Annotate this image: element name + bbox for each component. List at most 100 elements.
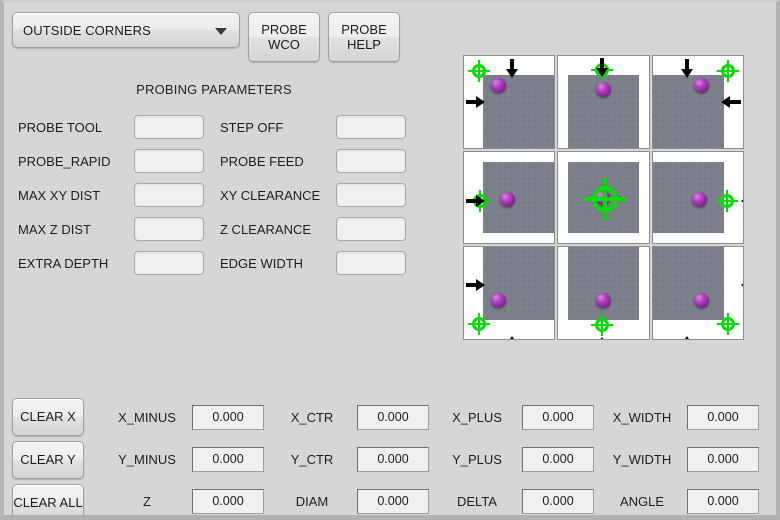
- param-label-max-xy-dist: MAX XY DIST: [18, 187, 101, 203]
- readout-row-y: Y_MINUS 0.000 Y_CTR 0.000 Y_PLUS 0.000 Y…: [102, 438, 774, 480]
- param-label-probe-feed: PROBE FEED: [220, 153, 304, 169]
- clear-buttons-group: CLEAR X CLEAR Y CLEAR ALL: [12, 398, 84, 515]
- readout-group-y-ctr: Y_CTR 0.000: [267, 446, 432, 472]
- probe-mode-select[interactable]: OUTSIDE CORNERS: [12, 12, 240, 48]
- param-input-probe-tool[interactable]: [134, 115, 204, 139]
- readout-label-delta: DELTA: [457, 493, 497, 509]
- readout-value-x-width[interactable]: 0.000: [687, 404, 759, 430]
- target-crosshair-icon: [716, 189, 738, 212]
- param-input-probe-rapid[interactable]: [134, 149, 204, 173]
- readout-value-y-width[interactable]: 0.000: [687, 446, 759, 472]
- readout-group-delta: DELTA 0.000: [432, 488, 597, 514]
- probing-parameters-title: PROBING PARAMETERS: [136, 82, 292, 97]
- readout-value-y-ctr[interactable]: 0.000: [357, 446, 429, 472]
- param-label-max-z-dist: MAX Z DIST: [18, 221, 91, 237]
- readout-group-y-plus: Y_PLUS 0.000: [432, 446, 597, 472]
- param-row: EXTRA DEPTH EDGE WIDTH: [18, 246, 418, 280]
- param-label-extra-depth: EXTRA DEPTH: [18, 255, 109, 271]
- readout-value-angle[interactable]: 0.000: [687, 488, 759, 514]
- param-input-xy-clearance[interactable]: [336, 183, 406, 207]
- param-input-step-off[interactable]: [336, 115, 406, 139]
- param-input-probe-feed[interactable]: [336, 149, 406, 173]
- target-crosshair-icon: [717, 60, 739, 82]
- param-input-extra-depth[interactable]: [134, 251, 204, 275]
- target-crosshair-icon: [591, 313, 614, 336]
- readout-group-diam: DIAM 0.000: [267, 488, 432, 514]
- param-label-xy-clearance: XY CLEARANCE: [220, 187, 321, 203]
- probe-cell-middle-left[interactable]: [463, 150, 556, 245]
- readout-panel: X_MINUS 0.000 X_CTR 0.000 X_PLUS 0.000 X…: [102, 396, 774, 515]
- param-input-max-xy-dist[interactable]: [134, 183, 204, 207]
- readout-value-y-minus[interactable]: 0.000: [192, 446, 264, 472]
- readout-group-angle: ANGLE 0.000: [597, 488, 762, 514]
- readout-label-z: Z: [143, 493, 151, 509]
- readout-label-angle: ANGLE: [619, 493, 665, 509]
- readout-group-y-width: Y_WIDTH 0.000: [597, 446, 762, 472]
- probe-ball-icon: [596, 81, 612, 97]
- readout-label-y-minus: Y_MINUS: [118, 451, 176, 467]
- param-input-edge-width[interactable]: [336, 251, 406, 275]
- readout-group-x-minus: X_MINUS 0.000: [102, 404, 267, 430]
- probe-cell-top-left[interactable]: [463, 55, 556, 149]
- probe-wco-button[interactable]: PROBE WCO: [248, 12, 320, 62]
- readout-label-y-ctr: Y_CTR: [290, 451, 334, 467]
- clear-y-button[interactable]: CLEAR Y: [12, 441, 84, 479]
- probe-cell-bottom-left[interactable]: [463, 246, 556, 340]
- readout-row-x: X_MINUS 0.000 X_CTR 0.000 X_PLUS 0.000 X…: [102, 396, 774, 438]
- readout-value-diam[interactable]: 0.000: [357, 488, 429, 514]
- stock-block: [652, 247, 725, 320]
- probe-cell-middle-right[interactable]: [651, 150, 744, 245]
- readout-value-x-plus[interactable]: 0.000: [522, 404, 594, 430]
- probe-cell-center[interactable]: [557, 150, 650, 245]
- readout-label-y-width: Y_WIDTH: [612, 451, 672, 467]
- param-label-edge-width: EDGE WIDTH: [220, 255, 304, 271]
- readout-label-x-minus: X_MINUS: [118, 409, 176, 425]
- target-crosshair-icon: [468, 60, 490, 82]
- stock-block: [652, 161, 725, 234]
- stock-block: [482, 161, 555, 234]
- probing-parameters-grid: PROBE TOOL STEP OFF PROBE_RAPID PROBE FE…: [18, 110, 418, 280]
- param-row: PROBE_RAPID PROBE FEED: [18, 144, 418, 178]
- probe-position-selector: [463, 55, 744, 340]
- readout-label-x-plus: X_PLUS: [452, 409, 502, 425]
- probe-cell-bottom-center[interactable]: [557, 246, 650, 340]
- readout-label-x-width: X_WIDTH: [612, 409, 672, 425]
- probe-cell-bottom-right[interactable]: [651, 246, 744, 340]
- readout-value-delta[interactable]: 0.000: [522, 488, 594, 514]
- readout-value-x-minus[interactable]: 0.000: [192, 404, 264, 430]
- param-label-step-off: STEP OFF: [220, 119, 284, 135]
- readout-label-y-plus: Y_PLUS: [452, 451, 502, 467]
- param-input-max-z-dist[interactable]: [134, 217, 204, 241]
- probe-wco-label-line1: PROBE: [261, 21, 307, 37]
- param-row: MAX Z DIST Z CLEARANCE: [18, 212, 418, 246]
- readout-label-x-ctr: X_CTR: [290, 409, 334, 425]
- probe-help-label-line1: PROBE: [341, 21, 387, 37]
- target-crosshair-icon: [584, 177, 627, 220]
- probe-cell-top-center[interactable]: [557, 55, 650, 149]
- chevron-down-icon: [215, 28, 227, 35]
- stock-block: [568, 247, 639, 320]
- stock-block: [482, 247, 555, 320]
- clear-all-button[interactable]: CLEAR ALL: [12, 484, 84, 515]
- readout-value-z[interactable]: 0.000: [192, 488, 264, 514]
- param-label-probe-rapid: PROBE_RAPID: [18, 153, 111, 169]
- param-row: MAX XY DIST XY CLEARANCE: [18, 178, 418, 212]
- stock-block: [652, 75, 725, 148]
- probe-help-button[interactable]: PROBE HELP: [328, 12, 400, 62]
- param-input-z-clearance[interactable]: [336, 217, 406, 241]
- probe-screen: OUTSIDE CORNERS PROBE WCO PROBE HELP PRO…: [0, 0, 780, 520]
- clear-x-button[interactable]: CLEAR X: [12, 398, 84, 436]
- readout-value-x-ctr[interactable]: 0.000: [357, 404, 429, 430]
- probe-help-label-line2: HELP: [347, 37, 381, 52]
- target-crosshair-icon: [468, 312, 490, 335]
- readout-group-y-minus: Y_MINUS 0.000: [102, 446, 267, 472]
- target-crosshair-icon: [717, 312, 739, 335]
- probe-ball-icon: [491, 77, 507, 93]
- toolbar: OUTSIDE CORNERS PROBE WCO PROBE HELP: [12, 12, 400, 62]
- probe-mode-select-value: OUTSIDE CORNERS: [23, 22, 151, 38]
- readout-group-x-plus: X_PLUS 0.000: [432, 404, 597, 430]
- readout-value-y-plus[interactable]: 0.000: [522, 446, 594, 472]
- readout-label-diam: DIAM: [295, 493, 329, 509]
- probe-wco-label-line2: WCO: [268, 37, 300, 52]
- probe-cell-top-right[interactable]: [651, 55, 744, 149]
